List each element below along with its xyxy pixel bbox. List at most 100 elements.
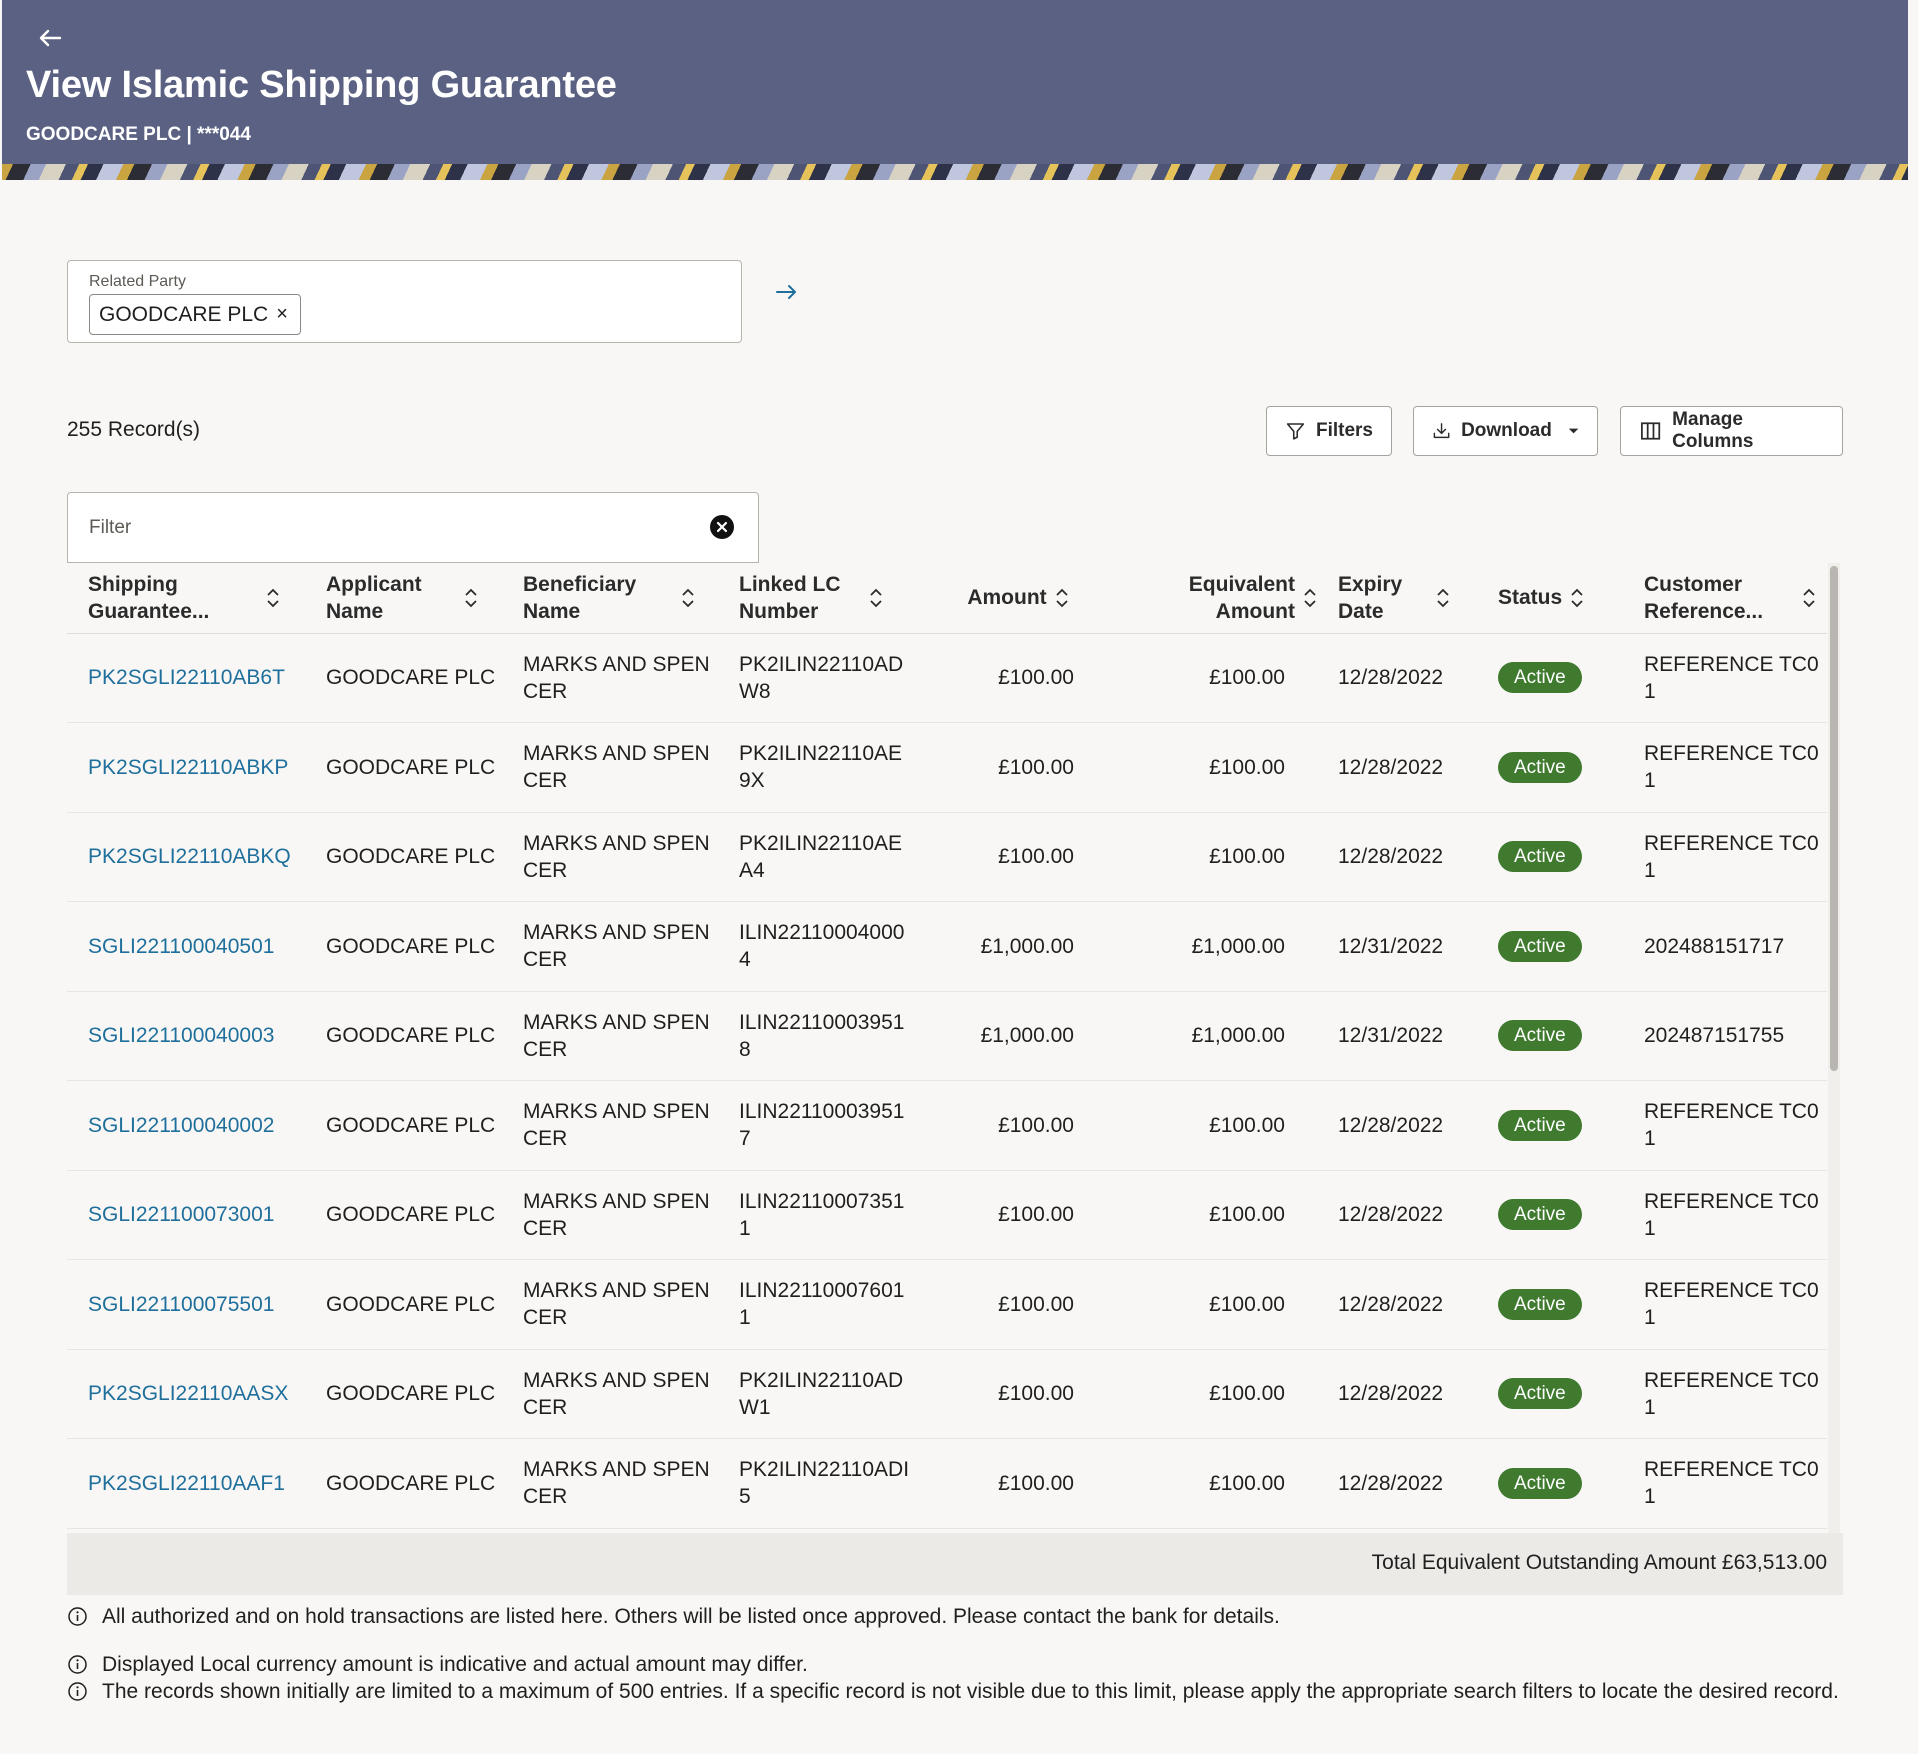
table-row[interactable]: SGLI221100040501 GOODCARE PLC MARKS AND SP… [67,901,1827,992]
status-cell: Active [1477,1259,1623,1350]
amount-cell: £100.00 [911,722,1104,813]
note-item: All authorized and on hold transactions … [67,1603,1843,1630]
applicant-name-cell: GOODCARE PLC [305,1349,502,1439]
arrow-left-icon[interactable] [36,24,64,52]
amount-cell: £100.00 [911,1349,1104,1439]
shipping-guarantee-link[interactable]: PK2SGLI22110AAF1 [67,1438,305,1529]
column-header-beneficiary-name[interactable]: Beneficiary Name [502,563,718,634]
chip-remove-icon[interactable]: × [276,303,288,326]
table-row[interactable]: SGLI221100040002 GOODCARE PLC MARKS AND SP… [67,1080,1827,1171]
sort-icon[interactable] [1055,587,1069,609]
table-row[interactable]: PK2SGLI22110AASX GOODCARE PLC MARKS AND SP… [67,1349,1827,1439]
expiry-date-cell: 12/28/2022 [1317,722,1477,813]
related-party-field[interactable]: Related Party GOODCARE PLC × [67,260,742,343]
shipping-guarantee-link[interactable]: PK2SGLI22110AB6T [67,633,305,723]
shipping-guarantee-link[interactable]: PK2SGLI22110ABKQ [67,812,305,902]
amount-cell: £100.00 [911,812,1104,902]
column-header-status[interactable]: Status [1477,563,1623,634]
equivalent-amount-cell: £100.00 [1104,1080,1317,1171]
expiry-date-cell: 12/28/2022 [1317,1438,1477,1529]
amount-cell: £1,000.00 [911,991,1104,1081]
beneficiary-name-cell: MARKS AND SPENCER [502,991,718,1081]
beneficiary-name-cell: MARKS AND SPENCER [502,901,718,992]
status-cell: Active [1477,812,1623,902]
customer-reference-cell: REFERENCE TC01 [1623,1259,1827,1350]
shipping-guarantee-link[interactable]: PK2SGLI22110ABKP [67,722,305,813]
expiry-date-cell: 12/28/2022 [1317,1170,1477,1260]
page-title: View Islamic Shipping Guarantee [26,64,617,106]
beneficiary-name-cell: MARKS AND SPENCER [502,1349,718,1439]
download-icon [1433,423,1450,439]
status-cell: Active [1477,633,1623,723]
applicant-name-cell: GOODCARE PLC [305,1080,502,1171]
shipping-guarantee-link[interactable]: SGLI221100075501 [67,1259,305,1350]
equivalent-amount-cell: £100.00 [1104,1438,1317,1529]
table-row[interactable]: SGLI221100073001 GOODCARE PLC MARKS AND SP… [67,1170,1827,1260]
filters-button[interactable]: Filters [1266,406,1392,456]
filter-input[interactable] [89,511,649,545]
shipping-guarantee-link[interactable]: SGLI221100073001 [67,1170,305,1260]
caret-down-icon [1568,428,1579,434]
status-cell: Active [1477,722,1623,813]
table-row[interactable]: PK2SGLI22110ABKP GOODCARE PLC MARKS AND SP… [67,722,1827,813]
columns-icon [1641,422,1661,440]
related-party-chip-label: GOODCARE PLC [99,302,269,326]
equivalent-amount-cell: £100.00 [1104,722,1317,813]
sort-icon[interactable] [869,587,883,609]
linked-lc-number-cell: PK2ILIN22110ADW1 [718,1349,911,1439]
column-header-equivalent-amount[interactable]: Equivalent Amount [1104,563,1317,634]
status-cell: Active [1477,1349,1623,1439]
column-header-applicant-name[interactable]: Applicant Name [305,563,502,634]
equivalent-amount-cell: £100.00 [1104,633,1317,723]
sort-icon[interactable] [1802,587,1816,609]
total-row: Total Equivalent Outstanding Amount £63,… [67,1533,1843,1595]
equivalent-amount-cell: £100.00 [1104,812,1317,902]
linked-lc-number-cell: ILIN221100039517 [718,1080,911,1171]
info-icon [68,1655,87,1674]
related-party-label: Related Party [89,273,186,290]
sort-icon[interactable] [266,587,280,609]
status-cell: Active [1477,991,1623,1081]
table-row[interactable]: SGLI221100040003 GOODCARE PLC MARKS AND SP… [67,991,1827,1081]
status-badge: Active [1498,1020,1582,1052]
sort-icon[interactable] [1436,587,1450,609]
applicant-name-cell: GOODCARE PLC [305,991,502,1081]
applicant-name-cell: GOODCARE PLC [305,633,502,723]
download-button[interactable]: Download [1413,406,1598,456]
customer-reference-cell: REFERENCE TC01 [1623,812,1827,902]
sort-icon[interactable] [464,587,478,609]
shipping-guarantee-link[interactable]: SGLI221100040002 [67,1080,305,1171]
sort-icon[interactable] [1570,587,1584,609]
column-header-amount[interactable]: Amount [911,563,1104,634]
customer-reference-cell: REFERENCE TC01 [1623,1170,1827,1260]
table-row[interactable]: SGLI221100075501 GOODCARE PLC MARKS AND SP… [67,1259,1827,1350]
status-cell: Active [1477,901,1623,992]
applicant-name-cell: GOODCARE PLC [305,1170,502,1260]
sort-icon[interactable] [681,587,695,609]
column-header-expiry-date[interactable]: Expiry Date [1317,563,1477,634]
column-header-customer-reference[interactable]: Customer Reference... [1623,563,1827,634]
sort-icon[interactable] [1303,587,1317,609]
shipping-guarantee-link[interactable]: PK2SGLI22110AASX [67,1349,305,1439]
amount-cell: £100.00 [911,1259,1104,1350]
column-header-shipping-guarantee[interactable]: Shipping Guarantee... [67,563,305,634]
shipping-guarantee-link[interactable]: SGLI221100040003 [67,991,305,1081]
table-row[interactable]: PK2SGLI22110ABKQ GOODCARE PLC MARKS AND SP… [67,812,1827,902]
guarantee-table: Shipping Guarantee... Applicant Name Ben… [67,563,1843,1529]
manage-columns-button[interactable]: Manage Columns [1620,406,1843,456]
info-icon [68,1607,87,1626]
clear-circle-icon[interactable] [709,514,735,540]
customer-reference-cell: 202488151717 [1623,901,1827,992]
column-header-linked-lc-number[interactable]: Linked LC Number [718,563,911,634]
status-cell: Active [1477,1170,1623,1260]
shipping-guarantee-link[interactable]: SGLI221100040501 [67,901,305,992]
beneficiary-name-cell: MARKS AND SPENCER [502,812,718,902]
table-row[interactable]: PK2SGLI22110AAF1 GOODCARE PLC MARKS AND SP… [67,1438,1827,1529]
customer-reference-cell: REFERENCE TC01 [1623,1438,1827,1529]
customer-reference-cell: REFERENCE TC01 [1623,1080,1827,1171]
equivalent-amount-cell: £1,000.00 [1104,991,1317,1081]
related-party-chip: GOODCARE PLC × [89,294,301,335]
table-row[interactable]: PK2SGLI22110AB6T GOODCARE PLC MARKS AND SP… [67,633,1827,723]
arrow-right-icon[interactable] [774,276,798,308]
expiry-date-cell: 12/28/2022 [1317,1259,1477,1350]
